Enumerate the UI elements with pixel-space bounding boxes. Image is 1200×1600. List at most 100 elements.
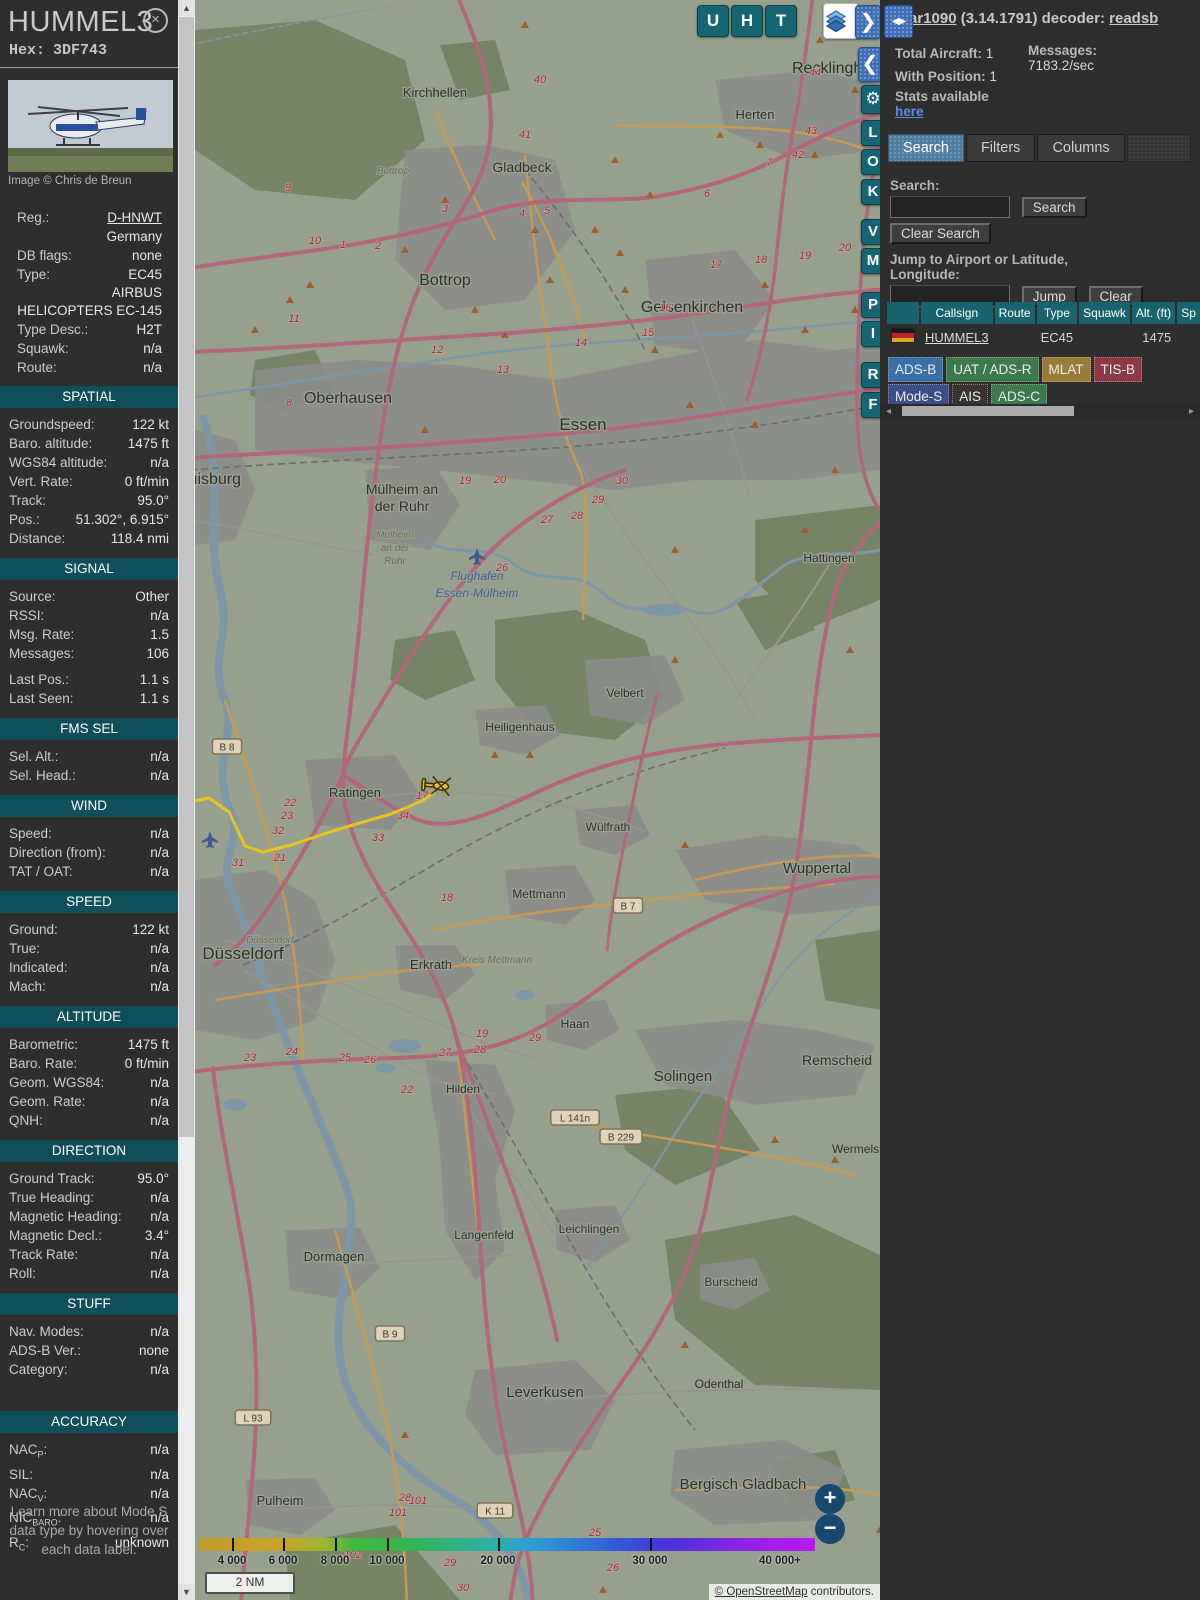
layers-button[interactable] [823, 3, 859, 39]
info-panel: ◀▶ tar1090 (3.14.1791) decoder: readsb T… [880, 0, 1200, 1600]
tab-columns[interactable]: Columns [1037, 134, 1125, 162]
callsign-link[interactable]: HUMMEL3 [925, 330, 989, 345]
city-label: Kirchhellen [403, 85, 467, 100]
map-button-o[interactable]: O [861, 149, 880, 175]
city-label: Burscheid [704, 1275, 757, 1289]
data-row: NACP: n/a [9, 1442, 169, 1460]
tab-bar-filler [1126, 134, 1191, 162]
junction-number: 4 [519, 208, 525, 220]
chevron-right-icon: ❯ [859, 11, 877, 33]
junction-number: 27 [540, 514, 554, 526]
search-button[interactable]: Search [1021, 196, 1087, 218]
data-row: Reg.: D-HNWT [17, 210, 162, 225]
settings-button[interactable]: ⚙ [861, 85, 880, 114]
junction-number: 26 [606, 1562, 620, 1574]
data-row: Pos.: 51.302°, 6.915° [9, 512, 169, 527]
map-button-l[interactable]: L [861, 120, 880, 146]
junction-number: 6 [704, 188, 711, 200]
map-button-h[interactable]: H [731, 5, 763, 37]
data-row: ADS-B Ver.: none [9, 1343, 169, 1358]
map-button-r[interactable]: R [861, 362, 880, 388]
sidebar-scrollbar[interactable]: ▲ ▼ [178, 0, 195, 1600]
panel-toggle-button[interactable]: ◀▶ [884, 5, 913, 38]
data-row: Ground: 122 kt [9, 922, 169, 937]
svg-text:L 93: L 93 [243, 1414, 263, 1425]
map-button-p[interactable]: P [861, 292, 880, 318]
zoom-out-button[interactable]: − [815, 1514, 845, 1544]
expand-panel-button[interactable]: ❯ [855, 5, 880, 39]
map-button-f[interactable]: F [861, 392, 880, 418]
column-header[interactable]: Type [1036, 302, 1078, 324]
scroll-left-icon[interactable]: ◂ [886, 406, 891, 417]
city-label: Duisburg [195, 471, 241, 488]
column-header[interactable]: Callsign [921, 302, 993, 324]
airport-label: Essen-Mülheim [436, 586, 519, 600]
city-label: der Ruhr [375, 498, 430, 514]
source-badge-ads-b[interactable]: ADS-B [888, 357, 944, 382]
column-header[interactable]: Alt. (ft) [1131, 302, 1176, 324]
junction-number: 18 [755, 254, 768, 266]
column-header[interactable] [887, 302, 919, 324]
collapse-panel-button[interactable]: ❮ [858, 47, 880, 82]
junction-number: 42 [792, 149, 804, 161]
junction-number: 19 [459, 475, 471, 487]
map-canvas[interactable]: KirchhellenRecklinghausenHertenGladbeckB… [195, 0, 880, 1600]
source-badge-tis-b[interactable]: TIS-B [1093, 357, 1143, 382]
table-row[interactable]: HUMMEL3 EC45 1475 [887, 326, 1200, 348]
search-input[interactable] [890, 196, 1010, 218]
altitude-label: 30 000 [632, 1555, 668, 1567]
column-header[interactable]: Sp [1177, 302, 1200, 324]
osm-link[interactable]: © OpenStreetMap [715, 1586, 808, 1598]
map-button-u[interactable]: U [697, 5, 729, 37]
app-title: tar1090 (3.14.1791) decoder: readsb [904, 10, 1158, 27]
tab-filters[interactable]: Filters [965, 134, 1036, 162]
svg-text:B 229: B 229 [608, 1133, 635, 1144]
tab-search[interactable]: Search [888, 134, 964, 162]
readsb-link[interactable]: readsb [1109, 10, 1158, 27]
map-button-k[interactable]: K [861, 179, 880, 205]
data-row: Vert. Rate: 0 ft/min [9, 474, 169, 489]
junction-number: 8 [286, 397, 293, 409]
junction-number: 101 [409, 1495, 427, 1507]
map-button-t[interactable]: T [765, 5, 797, 37]
altitude-label: 4 000 [217, 1555, 247, 1567]
hscroll-thumb[interactable] [902, 406, 1074, 416]
zoom-in-button[interactable]: + [815, 1484, 845, 1514]
hex-label: Hex: [9, 42, 46, 59]
data-row: Barometric: 1475 ft [9, 1037, 169, 1052]
scrollbar-thumb[interactable] [179, 17, 194, 1137]
table-horizontal-scrollbar[interactable]: ◂ ▸ [880, 404, 1200, 418]
scroll-up-icon[interactable]: ▲ [178, 0, 195, 16]
source-badge-uat-ads-r[interactable]: UAT / ADS-R [946, 357, 1039, 382]
data-row: Type: EC45 [17, 267, 162, 282]
junction-number: 33 [372, 832, 385, 844]
map-button-m[interactable]: M [861, 248, 880, 274]
scroll-down-icon[interactable]: ▼ [178, 1584, 195, 1600]
junction-number: 1 [340, 239, 346, 251]
data-row: Route: n/a [17, 360, 162, 375]
column-header[interactable]: Route [994, 302, 1035, 324]
junction-number: 13 [497, 364, 510, 376]
column-header[interactable]: Squawk [1079, 302, 1130, 324]
data-row: Msg. Rate: 1.5 [9, 627, 169, 642]
scroll-right-icon[interactable]: ▸ [1189, 406, 1194, 417]
altitude-tick [335, 1538, 337, 1551]
section-header: ACCURACY [0, 1411, 178, 1433]
jump-label: Jump to Airport or Latitude, Longitude: [890, 252, 1068, 282]
data-row: Ground Track: 95.0° [9, 1171, 169, 1186]
registration-link[interactable]: D-HNWT [107, 210, 162, 225]
svg-text:K 11: K 11 [485, 1507, 505, 1518]
aircraft-hex: Hex: 3DF743 [0, 39, 178, 65]
city-label: Heiligenhaus [485, 720, 554, 734]
source-badge-mlat[interactable]: MLAT [1041, 357, 1091, 382]
data-row: Geom. Rate: n/a [9, 1094, 169, 1109]
close-icon[interactable]: × [143, 8, 168, 33]
data-row: Magnetic Decl.: 3.4° [9, 1228, 169, 1243]
clear-search-button[interactable]: Clear Search [890, 223, 991, 244]
altitude-label: 6 000 [268, 1555, 298, 1567]
map-button-i[interactable]: I [861, 321, 880, 347]
junction-number: 18 [441, 892, 454, 904]
map-button-v[interactable]: V [861, 219, 880, 245]
stats-here-link[interactable]: here [895, 104, 924, 119]
junction-number: 25 [338, 1052, 352, 1064]
